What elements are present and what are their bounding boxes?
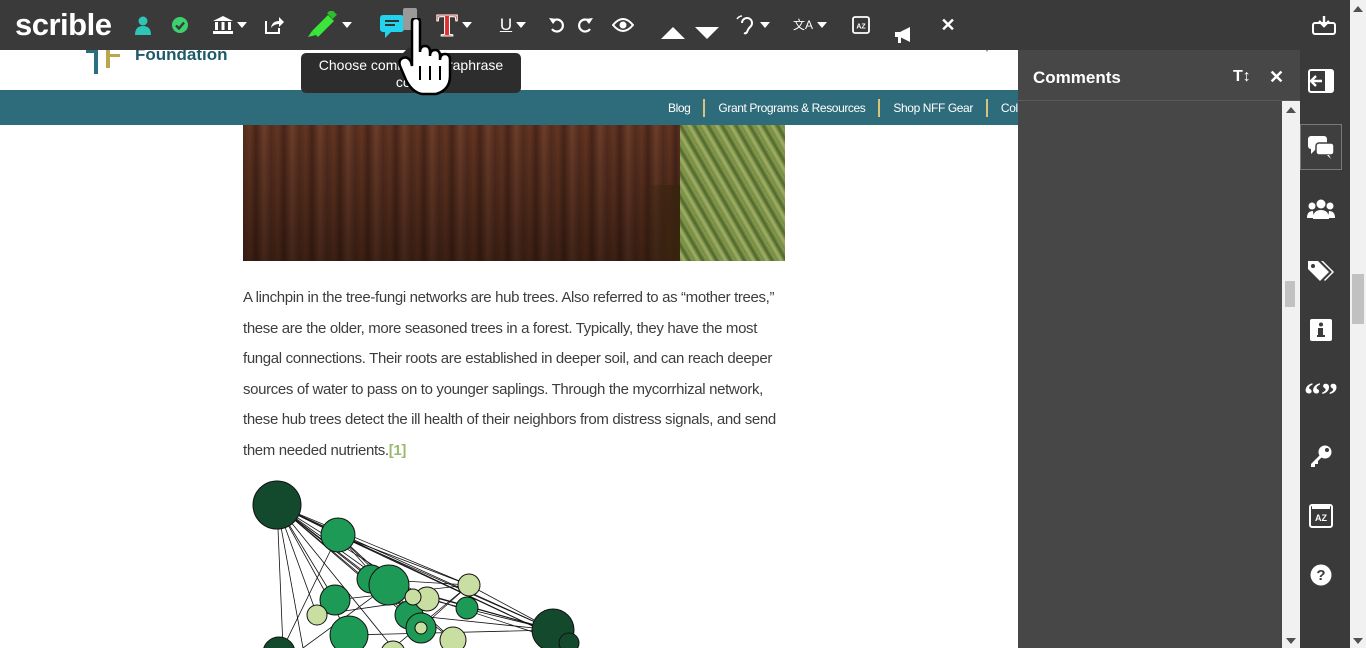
svg-text:AZ: AZ — [856, 24, 866, 31]
close-icon[interactable]: ✕ — [938, 12, 958, 38]
help-icon[interactable]: ? — [1300, 552, 1342, 598]
comments-header: Comments T↕ ✕ — [1018, 50, 1300, 101]
listen-icon[interactable] — [733, 12, 773, 38]
nav-link-shop[interactable]: Shop NFF Gear — [880, 101, 986, 115]
key-icon[interactable] — [1300, 433, 1342, 479]
undo-icon[interactable] — [546, 12, 568, 38]
next-annotation-icon[interactable] — [692, 20, 722, 46]
comments-icon[interactable] — [1300, 124, 1342, 170]
highlighter-icon[interactable] — [303, 11, 355, 38]
tags-icon[interactable] — [1300, 248, 1342, 294]
redo-icon[interactable] — [574, 12, 596, 38]
nav-link-grant-programs[interactable]: Grant Programs & Resources — [705, 101, 878, 115]
nav-link-blog[interactable]: Blog — [655, 101, 703, 115]
web-page: Foundation ⚲ Blog Grant Programs & Resou… — [0, 0, 1018, 648]
previous-annotation-icon[interactable] — [658, 20, 688, 46]
save-download-icon[interactable] — [1311, 12, 1337, 38]
sort-comments-icon[interactable]: T↕ — [1233, 68, 1251, 86]
comments-title: Comments — [1033, 68, 1121, 87]
share-icon[interactable] — [263, 12, 287, 38]
translate-icon[interactable]: 文A — [790, 12, 830, 38]
info-icon[interactable] — [1300, 307, 1342, 353]
collapse-panel-icon[interactable] — [1300, 58, 1342, 104]
svg-text:?: ? — [1316, 567, 1325, 584]
svg-text:AZ: AZ — [1315, 513, 1327, 523]
close-comments-icon[interactable]: ✕ — [1269, 67, 1284, 88]
scrible-toolbar: scrible T U 文A AZ ✕ — [0, 0, 1350, 50]
comments-panel: Comments T↕ ✕ — [1018, 50, 1300, 648]
underline-icon[interactable]: U — [494, 12, 532, 38]
user-icon[interactable] — [133, 12, 153, 38]
group-icon[interactable] — [1300, 186, 1342, 232]
page-scrollbar[interactable] — [1350, 0, 1366, 648]
nav-link-collaborate[interactable]: Collabora — [988, 101, 1018, 115]
dictionary-icon[interactable]: AZ — [1300, 493, 1342, 539]
secondary-navbar: Blog Grant Programs & Resources Shop NFF… — [0, 90, 1018, 125]
paragraph-text: A linchpin in the tree-fungi networks ar… — [243, 289, 776, 459]
check-circle-icon[interactable] — [169, 12, 191, 38]
library-icon[interactable] — [210, 12, 250, 38]
dictionary-icon[interactable]: AZ — [850, 12, 872, 38]
eye-icon[interactable] — [610, 12, 636, 38]
citation-link[interactable]: [1] — [389, 442, 407, 459]
scrible-side-rail: “” AZ ? — [1300, 50, 1350, 648]
article-paragraph: A linchpin in the tree-fungi networks ar… — [243, 283, 788, 467]
scrible-logo[interactable]: scrible — [15, 7, 112, 43]
announce-icon[interactable] — [892, 22, 916, 48]
tree-trunk-image — [243, 125, 785, 261]
comments-scrollbar[interactable] — [1282, 101, 1300, 648]
quote-icon[interactable]: “” — [1300, 373, 1342, 419]
mycorrhizal-network-diagram — [252, 480, 580, 648]
hand-pointer-cursor-icon — [398, 18, 452, 96]
